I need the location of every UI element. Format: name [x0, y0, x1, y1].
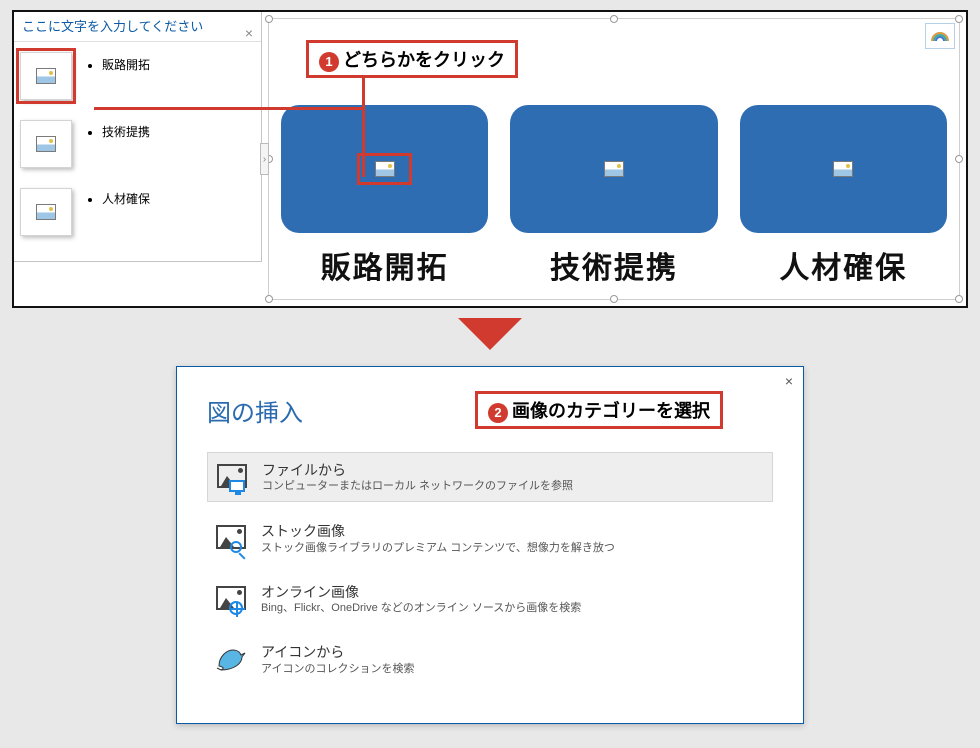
resize-handle[interactable] [955, 15, 963, 23]
close-icon[interactable]: × [245, 18, 253, 48]
resize-handle[interactable] [955, 155, 963, 163]
online-images-icon [213, 583, 249, 613]
from-file-icon [214, 461, 250, 491]
picture-icon [36, 204, 56, 220]
callout-text: どちらかをクリック [343, 50, 505, 70]
option-from-file[interactable]: ファイルから コンピューターまたはローカル ネットワークのファイルを参照 [207, 452, 773, 502]
flow-arrow-icon [458, 318, 522, 350]
smartart-card-3[interactable]: 人材確保 [740, 105, 947, 287]
from-icons-icon [213, 643, 249, 673]
option-desc: コンピューターまたはローカル ネットワークのファイルを参照 [262, 479, 573, 493]
smartart-card-2[interactable]: 技術提携 [510, 105, 717, 287]
option-stock-images[interactable]: ストック画像 ストック画像ライブラリのプレミアム コンテンツで、想像力を解き放つ [207, 514, 773, 562]
option-title: アイコンから [261, 643, 414, 661]
annotation-line [362, 70, 365, 177]
resize-handle[interactable] [610, 295, 618, 303]
card-label: 人材確保 [779, 243, 907, 287]
option-online-images[interactable]: オンライン画像 Bing、Flickr、OneDrive などのオンライン ソー… [207, 575, 773, 623]
option-desc: アイコンのコレクションを検索 [261, 662, 414, 676]
option-desc: ストック画像ライブラリのプレミアム コンテンツで、想像力を解き放つ [261, 541, 615, 555]
card-label: 技術提携 [550, 243, 678, 287]
expand-text-pane-tab[interactable]: › [260, 143, 269, 175]
close-icon[interactable]: × [785, 373, 793, 389]
option-title: ファイルから [262, 461, 573, 479]
picture-icon [36, 68, 56, 84]
smartart-card-1[interactable]: 販路開拓 [281, 105, 488, 287]
stock-images-icon [213, 522, 249, 552]
callout-text: 画像のカテゴリーを選択 [512, 401, 710, 421]
text-pane-title: ここに文字を入力してください [22, 19, 203, 34]
bullet-item[interactable]: 技術提携 [102, 123, 261, 140]
resize-handle[interactable] [610, 15, 618, 23]
picture-placeholder-icon[interactable] [833, 161, 853, 177]
thumb-2[interactable] [20, 120, 72, 168]
card-label: 販路開拓 [321, 243, 449, 287]
bullet-item[interactable]: 販路開拓 [102, 56, 261, 73]
rainbow-icon [931, 30, 949, 42]
thumb-1[interactable] [20, 52, 72, 100]
text-pane-header: ここに文字を入力してください × [14, 12, 261, 42]
option-title: オンライン画像 [261, 583, 581, 601]
option-desc: Bing、Flickr、OneDrive などのオンライン ソースから画像を検索 [261, 601, 581, 615]
bullet-item[interactable]: 人材確保 [102, 190, 261, 207]
callout-number: 1 [319, 52, 339, 72]
callout-2: 2画像のカテゴリーを選択 [475, 391, 723, 429]
option-title: ストック画像 [261, 522, 615, 540]
annotation-line [94, 107, 364, 110]
picture-placeholder-icon[interactable] [375, 161, 395, 177]
resize-handle[interactable] [265, 15, 273, 23]
smartart-editor: ここに文字を入力してください × 販路開拓 技術提携 人材確保 › [12, 10, 968, 308]
layout-options-button[interactable] [925, 23, 955, 49]
picture-placeholder-icon[interactable] [604, 161, 624, 177]
option-from-icons[interactable]: アイコンから アイコンのコレクションを検索 [207, 635, 773, 683]
resize-handle[interactable] [265, 295, 273, 303]
text-pane: ここに文字を入力してください × 販路開拓 技術提携 人材確保 [14, 12, 262, 262]
callout-1: 1どちらかをクリック [306, 40, 518, 78]
callout-number: 2 [488, 403, 508, 423]
resize-handle[interactable] [955, 295, 963, 303]
thumb-3[interactable] [20, 188, 72, 236]
insert-picture-dialog: × 図の挿入 2画像のカテゴリーを選択 ファイルから コンピューターまたはローカ… [176, 366, 804, 724]
picture-icon [36, 136, 56, 152]
